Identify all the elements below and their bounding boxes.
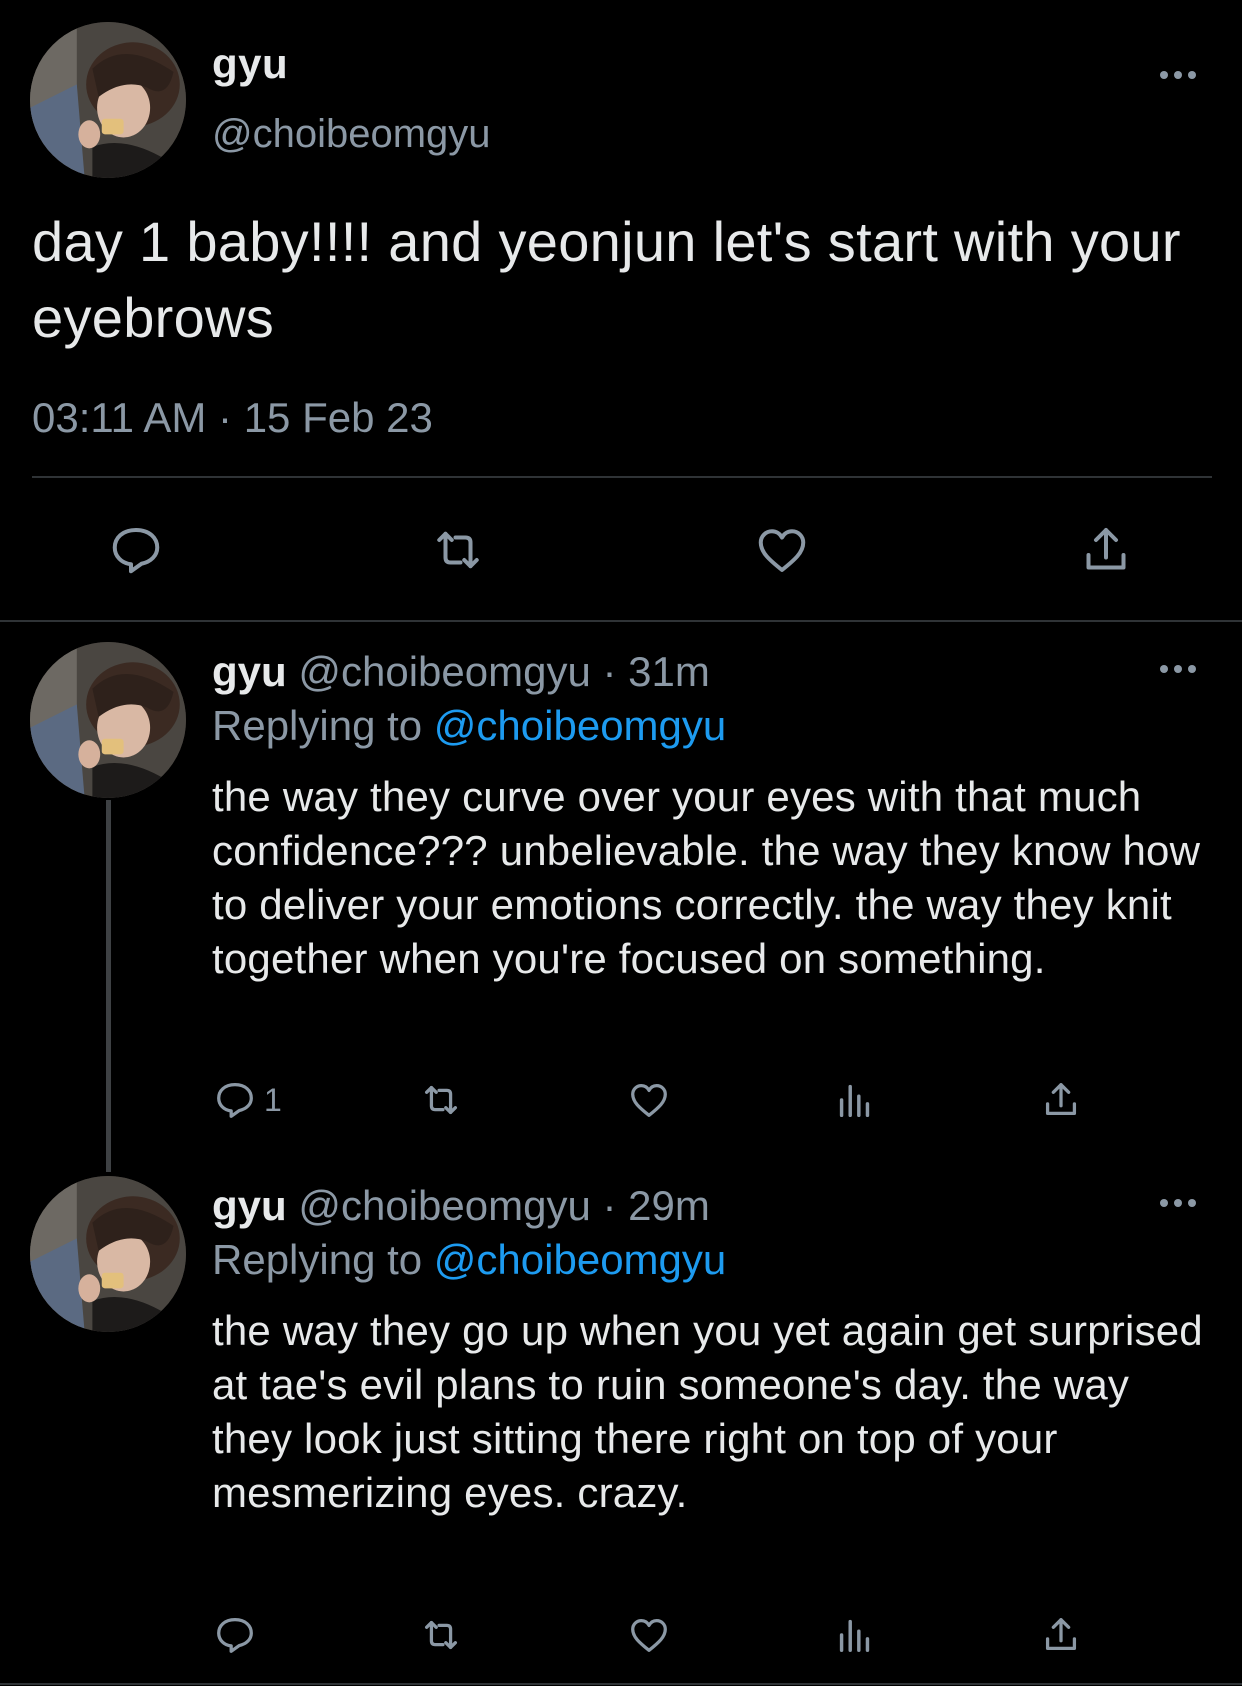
- like-icon: [631, 1083, 667, 1117]
- like-button[interactable]: [626, 1077, 672, 1123]
- replying-to: Replying to @choibeomgyu: [212, 1236, 726, 1284]
- retweet-icon: [437, 531, 479, 569]
- header-separator: ·: [602, 648, 617, 695]
- share-icon: [1045, 1083, 1077, 1116]
- author-name[interactable]: gyu: [212, 40, 288, 88]
- reply-age[interactable]: 29m: [628, 1182, 710, 1229]
- author-handle[interactable]: @choibeomgyu: [212, 112, 491, 157]
- thread-line: [106, 800, 111, 1172]
- reply-header[interactable]: gyu @choibeomgyu · 29m: [212, 1182, 710, 1230]
- analytics-button[interactable]: [832, 1612, 878, 1658]
- avatar[interactable]: [30, 22, 186, 178]
- reply-header[interactable]: gyu @choibeomgyu · 31m: [212, 648, 710, 696]
- replying-prefix: Replying to: [212, 702, 423, 749]
- reply-count: 1: [264, 1081, 282, 1118]
- avatar[interactable]: [30, 642, 186, 798]
- analytics-icon: [839, 1084, 870, 1118]
- mention-link[interactable]: @choibeomgyu: [434, 702, 726, 749]
- like-icon: [758, 529, 806, 572]
- analytics-icon: [839, 1619, 870, 1653]
- like-button[interactable]: [752, 520, 812, 580]
- like-button[interactable]: [626, 1612, 672, 1658]
- tweet-timestamp[interactable]: 03:11 AM · 15 Feb 23: [32, 394, 433, 442]
- divider: [0, 1683, 1242, 1685]
- author-handle[interactable]: @choibeomgyu: [298, 1182, 590, 1229]
- share-button[interactable]: [1076, 520, 1136, 580]
- reply-text: the way they curve over your eyes with t…: [212, 773, 1201, 982]
- more-icon[interactable]: [1158, 68, 1198, 82]
- timestamp-separator: ·: [218, 394, 233, 441]
- header-separator: ·: [602, 1182, 617, 1229]
- avatar[interactable]: [30, 1176, 186, 1332]
- share-button[interactable]: [1038, 1077, 1084, 1123]
- retweet-button[interactable]: [428, 520, 488, 580]
- analytics-button[interactable]: [832, 1077, 878, 1123]
- author-name[interactable]: gyu: [212, 648, 287, 695]
- tweet-date: 15 Feb 23: [243, 394, 433, 441]
- tweet-time: 03:11 AM: [32, 394, 207, 441]
- reply-icon: [217, 1083, 253, 1118]
- retweet-button[interactable]: [418, 1612, 464, 1658]
- share-icon: [1045, 1618, 1077, 1651]
- reply-button[interactable]: [212, 1612, 264, 1658]
- reply-button[interactable]: [106, 520, 166, 580]
- divider: [0, 620, 1242, 622]
- divider: [32, 476, 1212, 478]
- author-name[interactable]: gyu: [212, 1182, 287, 1229]
- reply-button[interactable]: 1: [212, 1077, 282, 1123]
- replying-prefix: Replying to: [212, 1236, 423, 1283]
- more-icon[interactable]: [1158, 1196, 1198, 1210]
- mention-link[interactable]: @choibeomgyu: [434, 1236, 726, 1283]
- retweet-icon: [424, 1620, 458, 1650]
- share-button[interactable]: [1038, 1612, 1084, 1658]
- retweet-icon: [424, 1085, 458, 1115]
- replying-to: Replying to @choibeomgyu: [212, 702, 726, 750]
- reply-age[interactable]: 31m: [628, 648, 710, 695]
- author-handle[interactable]: @choibeomgyu: [298, 648, 590, 695]
- retweet-button[interactable]: [418, 1077, 464, 1123]
- reply-icon: [217, 1618, 253, 1653]
- reply-icon: [112, 528, 160, 574]
- like-icon: [631, 1618, 667, 1652]
- reply-text: the way they go up when you yet again ge…: [212, 1307, 1203, 1516]
- more-icon[interactable]: [1158, 662, 1198, 676]
- share-icon: [1086, 528, 1126, 570]
- tweet-text: day 1 baby!!!! and yeonjun let's start w…: [32, 210, 1181, 349]
